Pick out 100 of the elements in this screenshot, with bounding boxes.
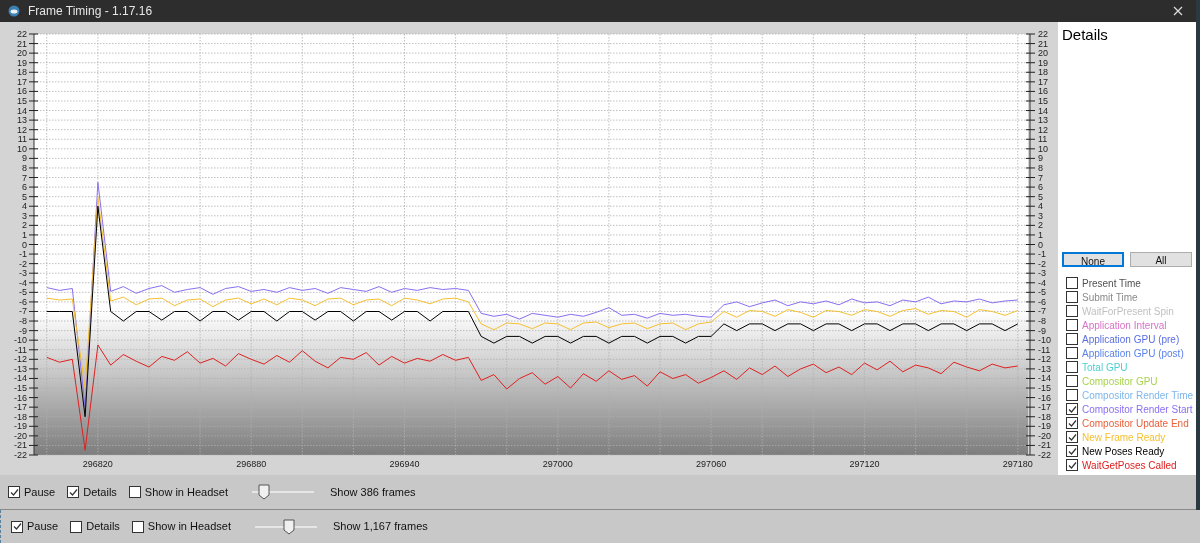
frames-label: Show 386 frames: [330, 484, 416, 500]
y-tick-label: -19: [1038, 421, 1051, 432]
y-tick-label: -13: [1038, 363, 1051, 374]
checkbox-label: Details: [86, 519, 120, 535]
checkbox-label: Pause: [27, 519, 59, 535]
checkbox[interactable]: [1066, 431, 1078, 443]
y-tick-label: 17: [1038, 76, 1048, 87]
y-tick-label: -19: [14, 421, 27, 432]
checkbox[interactable]: [1066, 459, 1078, 471]
checkbox-label: Pause: [24, 484, 56, 500]
y-tick-label: 1: [22, 229, 27, 240]
checkbox[interactable]: [1066, 305, 1078, 317]
y-tick-label: -10: [1038, 335, 1051, 346]
slider-thumb[interactable]: [283, 518, 296, 535]
checkbox[interactable]: [70, 520, 83, 533]
y-tick-label: 19: [17, 57, 27, 68]
y-tick-label: 21: [1038, 38, 1048, 49]
filter-button[interactable]: All: [1130, 251, 1192, 267]
checkbox-label: Application Interval: [1082, 318, 1167, 333]
checkbox[interactable]: [1066, 291, 1078, 303]
y-tick-label: 15: [1038, 96, 1048, 106]
checkbox[interactable]: [1066, 417, 1078, 429]
y-tick-label: 20: [17, 48, 27, 59]
y-tick-label: 6: [22, 182, 27, 193]
y-tick-label: -11: [1038, 344, 1051, 355]
x-tick-label: 297120: [849, 459, 880, 469]
checkbox[interactable]: [67, 486, 80, 498]
y-tick-label: 13: [17, 115, 27, 126]
y-tick-label: -10: [14, 335, 27, 346]
frames-label: Show 1,167 frames: [333, 519, 428, 535]
checkbox-label: Submit Time: [1082, 290, 1138, 305]
y-tick-label: 12: [17, 124, 27, 135]
y-tick-label: 10: [1038, 143, 1048, 154]
y-tick-label: -7: [19, 306, 27, 317]
x-tick-label: 296880: [236, 459, 267, 469]
checkbox[interactable]: [1066, 445, 1078, 457]
y-tick-label: -21: [14, 440, 27, 451]
slider[interactable]: [252, 484, 314, 500]
y-tick-label: 4: [22, 201, 27, 212]
checkbox[interactable]: [1066, 389, 1078, 401]
y-tick-label: -3: [1038, 268, 1046, 279]
slider[interactable]: [255, 518, 317, 535]
checkbox-label: Details: [83, 484, 117, 500]
panel-title: Details: [1062, 25, 1109, 45]
y-tick-label: 5: [22, 191, 27, 202]
y-tick-label: 4: [1038, 201, 1043, 212]
checkbox-label: WaitForPresent Spin: [1082, 304, 1174, 319]
checkbox[interactable]: [1066, 361, 1078, 373]
checkbox[interactable]: [1066, 347, 1078, 359]
checkbox[interactable]: [128, 486, 141, 498]
checkbox[interactable]: [1066, 333, 1078, 345]
y-tick-label: 8: [22, 162, 27, 173]
checkbox[interactable]: [11, 520, 23, 533]
checkbox-label: Total GPU: [1082, 360, 1128, 375]
checkbox[interactable]: [8, 486, 20, 498]
y-tick-label: -12: [14, 354, 27, 365]
y-tick-label: 20: [1038, 48, 1048, 59]
checkbox[interactable]: [1066, 319, 1078, 331]
checkbox-label: Show in Headset: [147, 519, 231, 535]
y-tick-label: 0: [1038, 239, 1043, 250]
y-tick-label: -15: [14, 383, 27, 393]
window-title: Frame Timing - 1.17.16: [28, 3, 153, 20]
checkbox[interactable]: [1066, 277, 1078, 289]
y-tick-label: 21: [17, 38, 27, 49]
y-tick-label: -20: [1038, 430, 1051, 441]
y-tick-label: -6: [19, 296, 27, 307]
y-tick-label: -5: [1038, 287, 1046, 298]
checkbox-label: Application GPU (pre): [1082, 332, 1180, 347]
y-tick-label: -3: [19, 268, 27, 279]
y-tick-label: -15: [1038, 383, 1051, 393]
y-tick-label: 11: [17, 134, 27, 145]
filter-button[interactable]: None: [1062, 251, 1124, 267]
checkbox-label: WaitGetPoses Called: [1082, 458, 1177, 473]
x-tick-label: 297000: [542, 459, 573, 469]
y-tick-label: -14: [14, 373, 27, 384]
y-tick-label: 12: [1038, 124, 1048, 135]
y-tick-label: 2: [1038, 220, 1043, 231]
y-tick-label: -2: [1038, 258, 1046, 269]
y-tick-label: 7: [1038, 172, 1043, 183]
checkbox-label: Show in Headset: [144, 484, 228, 500]
y-tick-label: 7: [22, 172, 27, 183]
checkbox[interactable]: [1066, 375, 1078, 387]
y-tick-label: -12: [1038, 354, 1051, 365]
checkbox[interactable]: [1066, 403, 1078, 415]
y-tick-label: 22: [1038, 29, 1048, 39]
y-tick-label: 18: [17, 67, 27, 78]
y-tick-label: 10: [17, 143, 27, 154]
checkbox-label: Compositor Update End: [1082, 416, 1189, 431]
checkbox[interactable]: [131, 520, 144, 533]
y-tick-label: -18: [14, 411, 27, 422]
y-tick-label: 14: [17, 105, 27, 116]
y-tick-label: -16: [14, 392, 27, 403]
y-tick-label: 5: [1038, 191, 1043, 202]
y-tick-label: -21: [1038, 440, 1051, 451]
y-tick-label: -13: [14, 363, 27, 374]
y-tick-label: 18: [1038, 67, 1048, 78]
slider-thumb[interactable]: [258, 484, 271, 500]
x-tick-label: 297180: [1002, 459, 1033, 469]
y-tick-label: 14: [1038, 105, 1048, 116]
y-tick-label: -11: [14, 344, 27, 355]
